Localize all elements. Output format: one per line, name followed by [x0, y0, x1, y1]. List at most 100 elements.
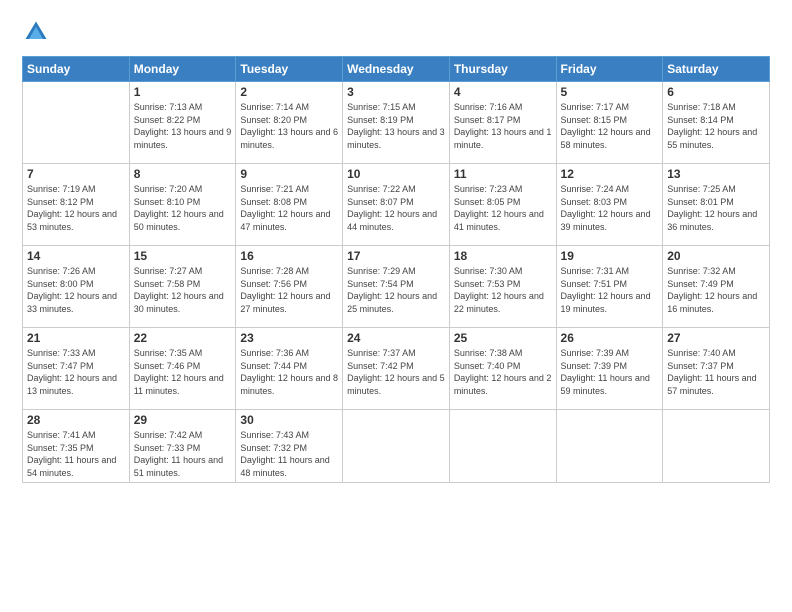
day-info: Sunrise: 7:42 AMSunset: 7:33 PMDaylight:…: [134, 429, 232, 479]
day-number: 7: [27, 167, 125, 181]
day-number: 14: [27, 249, 125, 263]
day-info: Sunrise: 7:13 AMSunset: 8:22 PMDaylight:…: [134, 101, 232, 151]
calendar-cell: 25 Sunrise: 7:38 AMSunset: 7:40 PMDayligh…: [449, 328, 556, 410]
day-number: 2: [240, 85, 338, 99]
weekday-header-thursday: Thursday: [449, 57, 556, 82]
day-number: 21: [27, 331, 125, 345]
day-info: Sunrise: 7:25 AMSunset: 8:01 PMDaylight:…: [667, 183, 765, 233]
day-info: Sunrise: 7:35 AMSunset: 7:46 PMDaylight:…: [134, 347, 232, 397]
day-number: 18: [454, 249, 552, 263]
calendar-cell: [343, 410, 450, 483]
day-info: Sunrise: 7:37 AMSunset: 7:42 PMDaylight:…: [347, 347, 445, 397]
calendar-cell: 8 Sunrise: 7:20 AMSunset: 8:10 PMDaylight…: [129, 164, 236, 246]
day-number: 29: [134, 413, 232, 427]
day-info: Sunrise: 7:23 AMSunset: 8:05 PMDaylight:…: [454, 183, 552, 233]
calendar-cell: 9Sunrise: 7:21 AMSunset: 8:08 PMDaylight…: [236, 164, 343, 246]
logo: [22, 18, 54, 46]
calendar-cell: 27 Sunrise: 7:40 AMSunset: 7:37 PMDayligh…: [663, 328, 770, 410]
day-info: Sunrise: 7:38 AMSunset: 7:40 PMDaylight:…: [454, 347, 552, 397]
weekday-header-row: SundayMondayTuesdayWednesdayThursdayFrid…: [23, 57, 770, 82]
day-info: Sunrise: 7:15 AMSunset: 8:19 PMDaylight:…: [347, 101, 445, 151]
day-number: 16: [240, 249, 338, 263]
day-number: 15: [134, 249, 232, 263]
day-info: Sunrise: 7:40 AMSunset: 7:37 PMDaylight:…: [667, 347, 765, 397]
weekday-header-friday: Friday: [556, 57, 663, 82]
day-info: Sunrise: 7:30 AMSunset: 7:53 PMDaylight:…: [454, 265, 552, 315]
day-number: 30: [240, 413, 338, 427]
day-number: 4: [454, 85, 552, 99]
day-info: Sunrise: 7:43 AMSunset: 7:32 PMDaylight:…: [240, 429, 338, 479]
day-info: Sunrise: 7:20 AMSunset: 8:10 PMDaylight:…: [134, 183, 232, 233]
day-info: Sunrise: 7:32 AMSunset: 7:49 PMDaylight:…: [667, 265, 765, 315]
calendar-cell: 12Sunrise: 7:24 AMSunset: 8:03 PMDayligh…: [556, 164, 663, 246]
day-info: Sunrise: 7:26 AMSunset: 8:00 PMDaylight:…: [27, 265, 125, 315]
day-info: Sunrise: 7:28 AMSunset: 7:56 PMDaylight:…: [240, 265, 338, 315]
calendar-cell: 30 Sunrise: 7:43 AMSunset: 7:32 PMDayligh…: [236, 410, 343, 483]
calendar-cell: 14 Sunrise: 7:26 AMSunset: 8:00 PMDayligh…: [23, 246, 130, 328]
day-info: Sunrise: 7:19 AMSunset: 8:12 PMDaylight:…: [27, 183, 125, 233]
calendar-cell: 24 Sunrise: 7:37 AMSunset: 7:42 PMDayligh…: [343, 328, 450, 410]
calendar-cell: 23 Sunrise: 7:36 AMSunset: 7:44 PMDayligh…: [236, 328, 343, 410]
day-number: 6: [667, 85, 765, 99]
calendar-cell: 7 Sunrise: 7:19 AMSunset: 8:12 PMDaylight…: [23, 164, 130, 246]
calendar-cell: 1Sunrise: 7:13 AMSunset: 8:22 PMDaylight…: [129, 82, 236, 164]
day-number: 28: [27, 413, 125, 427]
weekday-header-saturday: Saturday: [663, 57, 770, 82]
day-number: 11: [454, 167, 552, 181]
day-number: 13: [667, 167, 765, 181]
weekday-header-wednesday: Wednesday: [343, 57, 450, 82]
day-number: 8: [134, 167, 232, 181]
week-row-1: 7 Sunrise: 7:19 AMSunset: 8:12 PMDaylight…: [23, 164, 770, 246]
week-row-3: 21Sunrise: 7:33 AMSunset: 7:47 PMDayligh…: [23, 328, 770, 410]
header: [22, 18, 770, 46]
calendar-cell: 26 Sunrise: 7:39 AMSunset: 7:39 PMDayligh…: [556, 328, 663, 410]
calendar-cell: 4 Sunrise: 7:16 AMSunset: 8:17 PMDaylight…: [449, 82, 556, 164]
calendar-cell: [449, 410, 556, 483]
calendar-cell: [663, 410, 770, 483]
day-info: Sunrise: 7:39 AMSunset: 7:39 PMDaylight:…: [561, 347, 659, 397]
day-info: Sunrise: 7:22 AMSunset: 8:07 PMDaylight:…: [347, 183, 445, 233]
day-number: 26: [561, 331, 659, 345]
day-number: 3: [347, 85, 445, 99]
day-number: 19: [561, 249, 659, 263]
weekday-header-monday: Monday: [129, 57, 236, 82]
calendar-cell: 29 Sunrise: 7:42 AMSunset: 7:33 PMDayligh…: [129, 410, 236, 483]
day-info: Sunrise: 7:29 AMSunset: 7:54 PMDaylight:…: [347, 265, 445, 315]
weekday-header-tuesday: Tuesday: [236, 57, 343, 82]
day-info: Sunrise: 7:21 AMSunset: 8:08 PMDaylight:…: [240, 183, 338, 233]
calendar-cell: 28 Sunrise: 7:41 AMSunset: 7:35 PMDayligh…: [23, 410, 130, 483]
day-number: 27: [667, 331, 765, 345]
day-info: Sunrise: 7:36 AMSunset: 7:44 PMDaylight:…: [240, 347, 338, 397]
calendar-table: SundayMondayTuesdayWednesdayThursdayFrid…: [22, 56, 770, 483]
day-number: 23: [240, 331, 338, 345]
calendar-cell: 11 Sunrise: 7:23 AMSunset: 8:05 PMDayligh…: [449, 164, 556, 246]
calendar-cell: 21Sunrise: 7:33 AMSunset: 7:47 PMDayligh…: [23, 328, 130, 410]
day-number: 22: [134, 331, 232, 345]
calendar-cell: 2 Sunrise: 7:14 AMSunset: 8:20 PMDaylight…: [236, 82, 343, 164]
day-number: 24: [347, 331, 445, 345]
logo-icon: [22, 18, 50, 46]
week-row-2: 14 Sunrise: 7:26 AMSunset: 8:00 PMDayligh…: [23, 246, 770, 328]
weekday-header-sunday: Sunday: [23, 57, 130, 82]
week-row-0: 1Sunrise: 7:13 AMSunset: 8:22 PMDaylight…: [23, 82, 770, 164]
day-number: 17: [347, 249, 445, 263]
week-row-4: 28 Sunrise: 7:41 AMSunset: 7:35 PMDayligh…: [23, 410, 770, 483]
calendar-cell: 20Sunrise: 7:32 AMSunset: 7:49 PMDayligh…: [663, 246, 770, 328]
calendar-cell: 10 Sunrise: 7:22 AMSunset: 8:07 PMDayligh…: [343, 164, 450, 246]
calendar-cell: 6 Sunrise: 7:18 AMSunset: 8:14 PMDaylight…: [663, 82, 770, 164]
day-number: 10: [347, 167, 445, 181]
day-info: Sunrise: 7:24 AMSunset: 8:03 PMDaylight:…: [561, 183, 659, 233]
calendar-cell: 13 Sunrise: 7:25 AMSunset: 8:01 PMDayligh…: [663, 164, 770, 246]
day-info: Sunrise: 7:27 AMSunset: 7:58 PMDaylight:…: [134, 265, 232, 315]
calendar-cell: 15 Sunrise: 7:27 AMSunset: 7:58 PMDayligh…: [129, 246, 236, 328]
day-number: 25: [454, 331, 552, 345]
day-info: Sunrise: 7:18 AMSunset: 8:14 PMDaylight:…: [667, 101, 765, 151]
calendar-cell: 18 Sunrise: 7:30 AMSunset: 7:53 PMDayligh…: [449, 246, 556, 328]
day-info: Sunrise: 7:31 AMSunset: 7:51 PMDaylight:…: [561, 265, 659, 315]
day-number: 5: [561, 85, 659, 99]
calendar-cell: 5Sunrise: 7:17 AMSunset: 8:15 PMDaylight…: [556, 82, 663, 164]
calendar-cell: [556, 410, 663, 483]
day-info: Sunrise: 7:41 AMSunset: 7:35 PMDaylight:…: [27, 429, 125, 479]
day-info: Sunrise: 7:16 AMSunset: 8:17 PMDaylight:…: [454, 101, 552, 151]
day-info: Sunrise: 7:14 AMSunset: 8:20 PMDaylight:…: [240, 101, 338, 151]
